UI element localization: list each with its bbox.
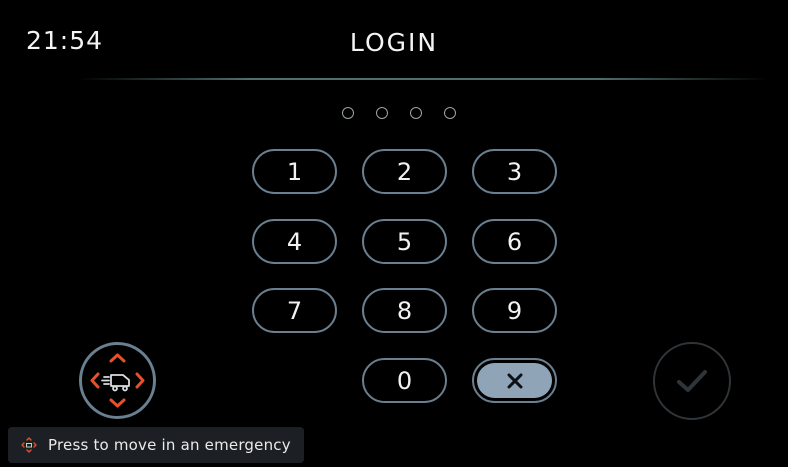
key-2[interactable]: 2 bbox=[362, 149, 447, 194]
delete-button-fill bbox=[477, 363, 552, 398]
key-7[interactable]: 7 bbox=[252, 288, 337, 333]
checkmark-icon bbox=[677, 370, 707, 392]
close-x-icon bbox=[507, 373, 522, 388]
pin-indicator bbox=[342, 107, 456, 119]
emergency-hint: Press to move in an emergency bbox=[8, 427, 304, 463]
page-title: LOGIN bbox=[349, 28, 439, 57]
delete-button[interactable] bbox=[472, 358, 557, 403]
key-1[interactable]: 1 bbox=[252, 149, 337, 194]
key-4[interactable]: 4 bbox=[252, 219, 337, 264]
header-divider bbox=[78, 78, 768, 80]
pin-dot bbox=[410, 107, 422, 119]
pin-dot bbox=[342, 107, 354, 119]
key-9[interactable]: 9 bbox=[472, 288, 557, 333]
move-arrows-icon bbox=[21, 437, 37, 453]
pin-dot bbox=[444, 107, 456, 119]
key-3[interactable]: 3 bbox=[472, 149, 557, 194]
key-6[interactable]: 6 bbox=[472, 219, 557, 264]
key-0[interactable]: 0 bbox=[362, 358, 447, 403]
pin-dot bbox=[376, 107, 388, 119]
emergency-move-button[interactable] bbox=[79, 342, 156, 419]
key-8[interactable]: 8 bbox=[362, 288, 447, 333]
key-5[interactable]: 5 bbox=[362, 219, 447, 264]
login-screen: 21:54 LOGIN 1 2 3 4 5 6 7 8 9 0 Press to… bbox=[0, 0, 788, 467]
emergency-hint-text: Press to move in an emergency bbox=[48, 436, 291, 454]
confirm-button[interactable] bbox=[653, 342, 731, 420]
move-arrows-icon bbox=[90, 353, 145, 408]
